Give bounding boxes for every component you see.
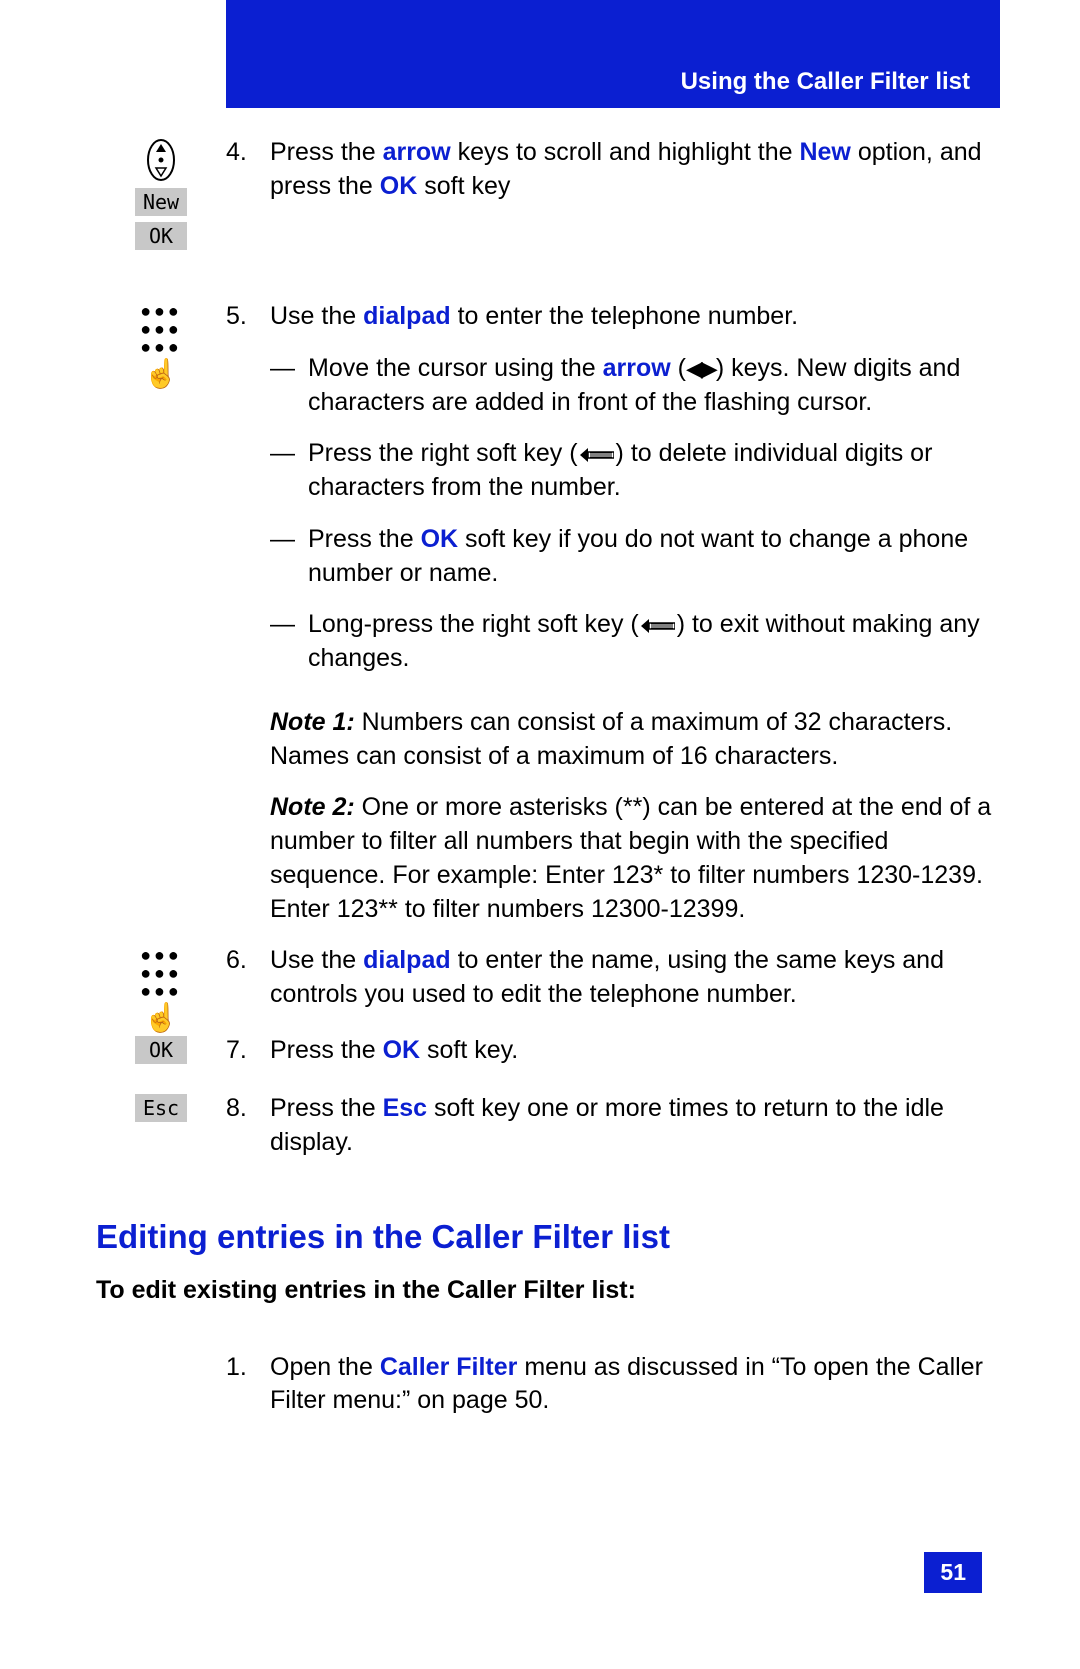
step-text: Press the Esc soft key one or more times…: [270, 1092, 996, 1178]
t: soft key: [417, 172, 510, 200]
clear-key-icon: [580, 448, 614, 462]
new-soft-key: New: [135, 188, 187, 216]
document-page: Using the Caller Filter list New OK 4.: [0, 0, 1080, 1669]
step-5-icons: ●●●●●●●●● ☝: [96, 300, 226, 388]
step-number: 1.: [226, 1351, 270, 1385]
note-1: Note 1: Numbers can consist of a maximum…: [270, 706, 996, 774]
t: Press the: [270, 138, 383, 166]
kw-esc: Esc: [383, 1094, 427, 1122]
t: Use the: [270, 302, 363, 330]
page-number: 51: [924, 1552, 982, 1593]
t: Press the: [308, 525, 421, 553]
step-6: ●●●●●●●●● ☝ 6. Use the dialpad to enter …: [96, 944, 996, 1032]
section-heading: Editing entries in the Caller Filter lis…: [96, 1218, 996, 1256]
t: Open the: [270, 1353, 380, 1381]
step-text: Use the dialpad to enter the telephone n…: [270, 300, 996, 944]
step-text: Open the Caller Filter menu as discussed…: [270, 1351, 996, 1437]
step-4: New OK 4. Press the arrow keys to scroll…: [96, 136, 996, 250]
kw-caller-filter: Caller Filter: [380, 1353, 518, 1381]
t: Move the cursor using the: [308, 354, 603, 382]
kw-dialpad: dialpad: [363, 302, 451, 330]
step-4-icons: New OK: [96, 136, 226, 250]
t: One or more asterisks (**) can be entere…: [270, 793, 991, 922]
step-number: 8.: [226, 1092, 270, 1126]
step-7: OK 7. Press the OK soft key.: [96, 1034, 996, 1086]
t: to enter the telephone number.: [451, 302, 798, 330]
t: Press the right soft key (: [308, 439, 578, 467]
left-right-arrow-icon: ◀▶: [686, 354, 716, 384]
edit-step-1: 1. Open the Caller Filter menu as discus…: [96, 1351, 996, 1437]
t: keys to scroll and highlight the: [451, 138, 800, 166]
step-number: 5.: [226, 300, 270, 334]
note-label: Note 1:: [270, 708, 355, 736]
note-2: Note 2: One or more asterisks (**) can b…: [270, 791, 996, 926]
page-content: New OK 4. Press the arrow keys to scroll…: [96, 136, 996, 1436]
dialpad-icon: ●●●●●●●●●: [140, 946, 182, 1000]
step-text: Use the dialpad to enter the name, using…: [270, 944, 996, 1030]
step-8-icons: Esc: [96, 1092, 226, 1122]
t: Press the: [270, 1094, 383, 1122]
step-number: 6.: [226, 944, 270, 978]
running-title: Using the Caller Filter list: [681, 68, 970, 96]
dialpad-icon: ●●●●●●●●●: [140, 302, 182, 356]
kw-arrow: arrow: [603, 354, 671, 382]
hand-icon: ☝: [144, 1004, 179, 1032]
ok-soft-key: OK: [135, 222, 187, 250]
esc-soft-key: Esc: [135, 1094, 187, 1122]
step-number: 4.: [226, 136, 270, 170]
t: Press the: [270, 1036, 383, 1064]
t: Long-press the right soft key (: [308, 610, 639, 638]
step-7-icons: OK: [96, 1034, 226, 1064]
clear-key-icon: [641, 619, 675, 633]
t: soft key.: [420, 1036, 518, 1064]
kw-ok: OK: [380, 172, 418, 200]
section-subheading: To edit existing entries in the Caller F…: [96, 1276, 996, 1305]
t: Use the: [270, 946, 363, 974]
step-text: Press the OK soft key.: [270, 1034, 996, 1086]
step-5: ●●●●●●●●● ☝ 5. Use the dialpad to enter …: [96, 300, 996, 944]
ok-soft-key: OK: [135, 1036, 187, 1064]
nav-arrows-icon: [146, 138, 176, 182]
step-8: Esc 8. Press the Esc soft key one or mor…: [96, 1092, 996, 1178]
step-text: Press the arrow keys to scroll and highl…: [270, 136, 996, 222]
kw-ok: OK: [421, 525, 459, 553]
kw-new: New: [799, 138, 850, 166]
hand-icon: ☝: [144, 360, 179, 388]
note-label: Note 2:: [270, 793, 355, 821]
t: (: [671, 354, 686, 382]
kw-dialpad: dialpad: [363, 946, 451, 974]
kw-arrow: arrow: [383, 138, 451, 166]
step-6-icons: ●●●●●●●●● ☝: [96, 944, 226, 1032]
t: Numbers can consist of a maximum of 32 c…: [270, 708, 952, 770]
kw-ok: OK: [383, 1036, 421, 1064]
step-number: 7.: [226, 1034, 270, 1068]
